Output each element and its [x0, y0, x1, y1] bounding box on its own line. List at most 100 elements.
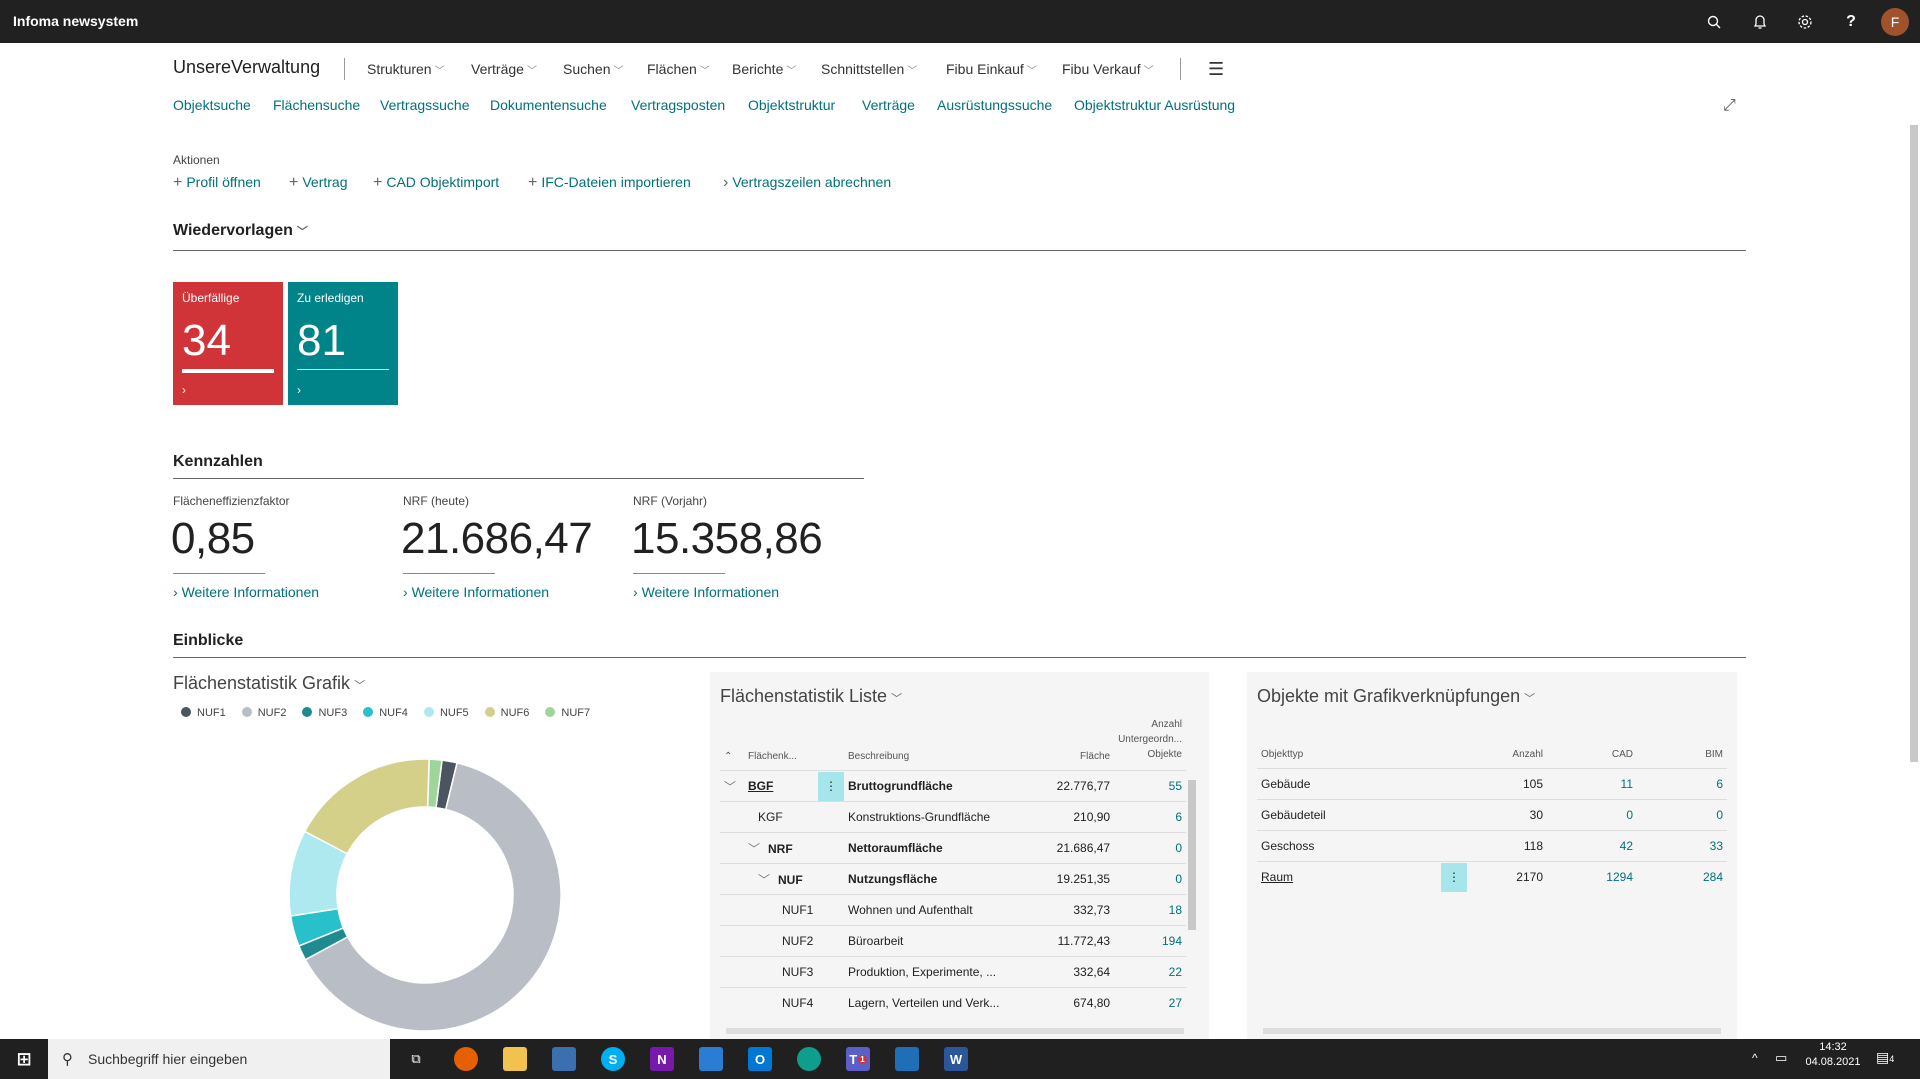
kpi-value[interactable]: 0,85 — [171, 514, 255, 564]
chart-app-icon[interactable] — [699, 1047, 723, 1071]
outlook-icon[interactable]: O — [748, 1047, 772, 1071]
kpi-value[interactable]: 15.358,86 — [631, 514, 823, 564]
action-vertrag[interactable]: + Vertrag — [289, 174, 347, 192]
row-cad[interactable]: 42 — [1547, 829, 1637, 861]
bell-icon[interactable] — [1750, 12, 1770, 32]
menu-berichte[interactable]: Berichte ﹀ — [732, 58, 796, 80]
action-profil-oeffnen[interactable]: + Profil öffnen — [173, 174, 261, 192]
wiedervorlagen-header[interactable]: Wiedervorlagen ﹀ — [173, 222, 308, 240]
legend-item[interactable]: NUF3 — [302, 707, 347, 719]
table-row[interactable]: NUF4 Lagern, Verteilen und Verk... 674,8… — [720, 987, 1186, 1019]
hamburger-icon[interactable]: ☰ — [1208, 58, 1224, 80]
link-vertragsposten[interactable]: Vertragsposten — [631, 97, 725, 113]
teams-icon[interactable]: T1 — [846, 1047, 870, 1071]
donut-slice-nuf6[interactable] — [303, 758, 430, 855]
menu-flaechen[interactable]: Flächen ﹀ — [647, 58, 710, 80]
row-bim[interactable]: 0 — [1637, 798, 1727, 830]
avatar[interactable]: F — [1881, 8, 1909, 36]
photos-icon[interactable] — [895, 1047, 919, 1071]
link-objektsuche[interactable]: Objektsuche — [173, 97, 251, 113]
col-header[interactable]: BIM — [1637, 737, 1727, 768]
row-count[interactable]: 0 — [1114, 832, 1186, 864]
notification-icon[interactable]: ▤4 — [1876, 1049, 1894, 1066]
action-cad-objektimport[interactable]: + CAD Objektimport — [373, 174, 499, 192]
expand-icon[interactable]: ⤢ — [1723, 97, 1736, 115]
col-header[interactable]: Flächenk... — [744, 717, 844, 771]
chart-title[interactable]: Flächenstatistik Grafik ﹀ — [173, 673, 365, 694]
menu-fibu-verkauf[interactable]: Fibu Verkauf ﹀ — [1062, 58, 1154, 80]
word-icon[interactable]: W — [944, 1047, 968, 1071]
objects-title[interactable]: Objekte mit Grafikverknüpfungen ﹀ — [1257, 686, 1535, 707]
file-explorer-icon[interactable] — [503, 1047, 527, 1071]
row-type[interactable]: Raum — [1261, 870, 1293, 884]
menu-schnittstellen[interactable]: Schnittstellen ﹀ — [821, 58, 917, 80]
app-icon[interactable] — [552, 1047, 576, 1071]
link-vertragssuche[interactable]: Vertragssuche — [380, 97, 470, 113]
chevron-down-icon[interactable]: ﹀ — [720, 770, 744, 802]
table-row[interactable]: Raum ⋮ 2170 1294 284 — [1257, 860, 1727, 892]
page-scrollbar[interactable] — [1910, 125, 1918, 762]
onenote-icon[interactable]: N — [650, 1047, 674, 1071]
chevron-down-icon[interactable]: ﹀ — [758, 873, 770, 887]
windows-start-icon[interactable]: ⊞ — [12, 1047, 36, 1071]
menu-strukturen[interactable]: Strukturen ﹀ — [367, 58, 445, 80]
network-icon[interactable]: ▭ — [1775, 1050, 1787, 1066]
row-bim[interactable]: 33 — [1637, 829, 1727, 861]
firefox-icon[interactable] — [454, 1047, 478, 1071]
link-dokumentensuche[interactable]: Dokumentensuche — [490, 97, 607, 113]
col-header[interactable]: Anzahl — [1467, 737, 1547, 768]
row-cad[interactable]: 11 — [1547, 767, 1637, 799]
row-count[interactable]: 6 — [1114, 801, 1186, 833]
row-count[interactable]: 18 — [1114, 894, 1186, 926]
scrollbar[interactable] — [1188, 780, 1196, 930]
app-name[interactable]: UnsereVerwaltung — [173, 57, 320, 78]
menu-vertraege[interactable]: Verträge ﹀ — [471, 58, 537, 80]
link-objektstruktur-ausruestung[interactable]: Objektstruktur Ausrüstung — [1074, 97, 1235, 113]
clock[interactable]: 14:32 04.08.2021 — [1803, 1041, 1863, 1068]
kpi-value[interactable]: 21.686,47 — [401, 514, 593, 564]
link-vertraege[interactable]: Verträge — [862, 97, 915, 113]
col-header[interactable]: Beschreibung — [844, 717, 1034, 771]
gear-icon[interactable] — [1795, 12, 1815, 32]
table-row[interactable]: KGF Konstruktions-Grundfläche 210,90 6 — [720, 801, 1186, 833]
help-icon[interactable]: ? — [1841, 12, 1861, 32]
link-flaechensuche[interactable]: Flächensuche — [273, 97, 360, 113]
legend-item[interactable]: NUF1 — [181, 707, 226, 719]
link-objektstruktur[interactable]: Objektstruktur — [748, 97, 835, 113]
chevron-up-icon[interactable]: ^ — [1752, 1051, 1758, 1065]
row-count[interactable]: 55 — [1114, 770, 1186, 802]
table-row[interactable]: Geschoss 118 42 33 — [1257, 829, 1727, 861]
chevron-down-icon[interactable]: ﹀ — [748, 842, 760, 856]
row-count[interactable]: 22 — [1114, 956, 1186, 988]
more-options-icon[interactable]: ⋮ — [1441, 862, 1467, 892]
table-row[interactable]: ﹀ BGF ⋮ Bruttogrundfläche 22.776,77 55 — [720, 770, 1186, 802]
kpi-more-link[interactable]: › Weitere Informationen — [633, 584, 779, 600]
taskbar-search[interactable]: ⚲ Suchbegriff hier eingeben — [48, 1039, 390, 1079]
collapse-icon[interactable]: ⌃ — [720, 717, 744, 771]
tile-ueberfaellige[interactable]: Überfällige 34 › — [173, 282, 283, 405]
more-options-icon[interactable]: ⋮ — [818, 772, 844, 801]
table-row[interactable]: NUF3 Produktion, Experimente, ... 332,64… — [720, 956, 1186, 988]
action-ifc-import[interactable]: + IFC-Dateien importieren — [528, 174, 691, 192]
table-row[interactable]: ﹀ NUF Nutzungsfläche 19.251,35 0 — [720, 863, 1186, 895]
row-count[interactable]: 0 — [1114, 863, 1186, 895]
row-count[interactable]: 194 — [1114, 925, 1186, 957]
menu-suchen[interactable]: Suchen ﹀ — [563, 58, 623, 80]
menu-fibu-einkauf[interactable]: Fibu Einkauf ﹀ — [946, 58, 1037, 80]
table-row[interactable]: Gebäudeteil 30 0 0 — [1257, 798, 1727, 830]
row-cad[interactable]: 0 — [1547, 798, 1637, 830]
table-row[interactable]: ﹀ NRF Nettoraumfläche 21.686,47 0 — [720, 832, 1186, 864]
legend-item[interactable]: NUF2 — [241, 707, 286, 719]
col-header[interactable]: Anzahl Untergeordn... Objekte — [1114, 717, 1186, 771]
edge-icon[interactable] — [797, 1047, 821, 1071]
col-header[interactable]: Objekttyp — [1257, 737, 1467, 768]
legend-item[interactable]: NUF4 — [363, 707, 408, 719]
skype-icon[interactable]: S — [601, 1047, 625, 1071]
legend-item[interactable]: NUF5 — [423, 707, 469, 719]
kpi-more-link[interactable]: › Weitere Informationen — [173, 584, 319, 600]
search-icon[interactable] — [1704, 12, 1724, 32]
row-count[interactable]: 27 — [1114, 987, 1186, 1019]
row-bim[interactable]: 284 — [1637, 860, 1727, 892]
legend-item[interactable]: NUF6 — [484, 707, 529, 719]
tile-zu-erledigen[interactable]: Zu erledigen 81 › — [288, 282, 398, 405]
